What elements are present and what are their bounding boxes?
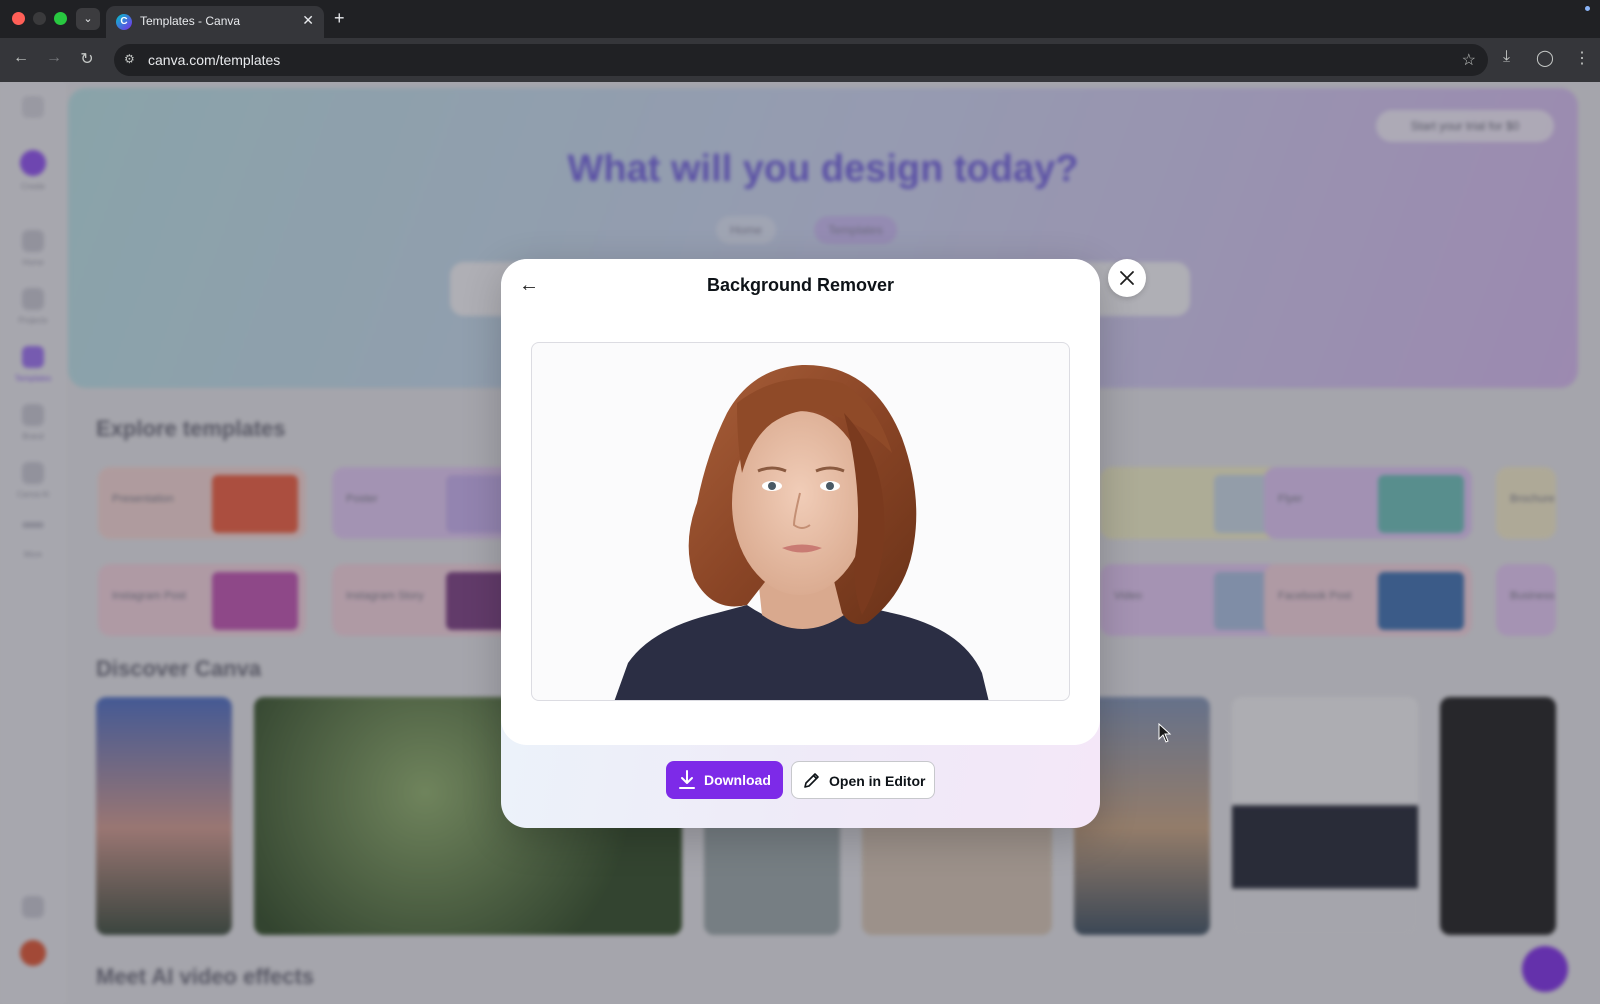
browser-tab-bar: ⌄ C Templates - Canva ✕ + xyxy=(0,0,1600,38)
modal-content: ← Background Remover xyxy=(501,259,1100,745)
download-label: Download xyxy=(704,772,771,788)
open-in-editor-button[interactable]: Open in Editor xyxy=(791,761,935,799)
forward-arrow-icon[interactable]: → xyxy=(43,49,65,67)
browser-tab-active[interactable]: C Templates - Canva ✕ xyxy=(106,6,324,38)
back-arrow-icon[interactable]: ← xyxy=(10,49,32,67)
mouse-cursor-icon xyxy=(1158,723,1172,743)
modal-close-button[interactable] xyxy=(1108,259,1146,297)
result-preview xyxy=(531,342,1070,701)
pencil-icon xyxy=(804,773,819,788)
window-minimize-control[interactable] xyxy=(33,12,46,25)
close-icon xyxy=(1120,271,1134,285)
window-close-control[interactable] xyxy=(12,12,25,25)
portrait-image xyxy=(614,364,989,700)
download-icon xyxy=(679,770,695,789)
browser-toolbar: ← → ↻ ⚙ canva.com/templates ☆ ⤓ ◯ ⋮ xyxy=(0,38,1600,82)
bookmark-star-icon[interactable]: ☆ xyxy=(1462,50,1476,70)
reload-icon[interactable]: ↻ xyxy=(76,49,98,69)
site-info-icon[interactable]: ⚙ xyxy=(124,52,135,66)
window-indicator-dot xyxy=(1585,6,1590,11)
address-bar[interactable]: ⚙ canva.com/templates ☆ xyxy=(114,44,1488,76)
modal-title: Background Remover xyxy=(706,275,895,295)
open-in-editor-label: Open in Editor xyxy=(829,773,926,789)
download-button[interactable]: Download xyxy=(666,761,783,799)
profile-icon[interactable]: ◯ xyxy=(1536,48,1554,68)
tab-close-icon[interactable]: ✕ xyxy=(302,12,314,29)
window-zoom-control[interactable] xyxy=(54,12,67,25)
url-text: canva.com/templates xyxy=(148,52,281,68)
browser-menu-icon[interactable]: ⋮ xyxy=(1574,48,1590,68)
canva-favicon-icon: C xyxy=(116,14,132,30)
tab-search-chevron-icon[interactable]: ⌄ xyxy=(76,8,100,30)
new-tab-plus-icon[interactable]: + xyxy=(334,8,345,29)
background-remover-modal: ← Background Remover Download Open in Ed… xyxy=(501,259,1100,828)
tab-title: Templates - Canva xyxy=(140,14,241,28)
downloads-icon[interactable]: ⤓ xyxy=(1503,48,1510,66)
